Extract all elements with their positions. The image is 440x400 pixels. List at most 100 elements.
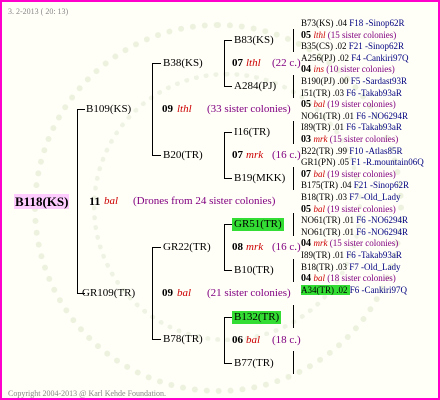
node-race: bal (177, 287, 192, 299)
ancestor-value: .02 (335, 52, 352, 63)
ancestor-name[interactable]: A256(PJ) (301, 53, 336, 63)
ancestor-name[interactable]: I89(TR) (301, 122, 331, 132)
node-gr22[interactable]: GR22(TR) (163, 241, 211, 254)
link (152, 339, 161, 340)
pedigree-panel: 3. 2-2013 ( 20: 13) B118(KS) 11 bal (Dro… (0, 0, 440, 400)
link (224, 224, 225, 270)
ancestor-value: .01 (330, 250, 347, 260)
node-i16[interactable]: I16(TR) (234, 126, 270, 139)
copyright: Copyright 2004-2013 @ Karl Kehde Foundat… (8, 389, 167, 398)
node-gen: 09 (162, 287, 173, 299)
node-b78[interactable]: B78(TR) (163, 333, 203, 346)
ancestor-queen-row: NO61(TR) .01 F6 -NO6294R (301, 215, 408, 226)
race-label: bal (313, 273, 328, 284)
ancestor-queen-row: B190(PJ) .00 F5 -Sardast93R (301, 76, 407, 87)
link (293, 305, 294, 328)
ancestor-queen-row: A34(TR) .02 F6 -Cankiri97Q (301, 284, 407, 296)
link (224, 40, 232, 41)
ancestor-queen-row: NO61(TR) .01 F6 -NO6294R (301, 227, 408, 238)
ancestor-code: F7 -Old_Lady (349, 192, 401, 202)
node-b77[interactable]: B77(TR) (234, 357, 274, 370)
ancestor-name[interactable]: B22(TR) (301, 146, 334, 156)
ancestor-code: F6 -NO6294R (356, 110, 409, 121)
ancestor-queen-row: A256(PJ) .02 F4 -Cankiri97Q (301, 53, 409, 64)
generation-number: 04 (301, 238, 314, 250)
link (152, 247, 161, 248)
node-race: lthl (177, 103, 192, 115)
ancestor-name[interactable]: B18(TR) (301, 192, 334, 202)
node-gr51[interactable]: GR51(TR) (232, 218, 284, 231)
ancestor-name[interactable]: B35(CS) (301, 41, 333, 51)
node-gen: 07 (232, 149, 243, 161)
node-b132[interactable]: B132(TR) (232, 311, 282, 324)
race-label: bal (313, 168, 328, 179)
ancestor-value: .02 (333, 41, 349, 52)
node-a284[interactable]: A284(PJ) (234, 80, 276, 93)
ancestor-name[interactable]: I51(TR) (301, 88, 331, 98)
ancestor-code: F6 -Takab93aR (346, 250, 402, 260)
ancestor-name[interactable]: NO61(TR) (301, 215, 341, 225)
ancestor-name[interactable]: NO61(TR) (301, 111, 341, 121)
node-b109[interactable]: B109(KS) (86, 103, 131, 116)
node-b19[interactable]: B19(MKK) (234, 172, 285, 185)
generation-number: 04 (301, 64, 314, 76)
node-b20[interactable]: B20(TR) (163, 149, 203, 162)
ancestor-value: .01 (340, 110, 357, 121)
link-root (77, 109, 78, 294)
node-race: mrk (246, 241, 264, 253)
node-gen: 06 (232, 334, 243, 346)
ancestor-value: .03 (333, 192, 350, 202)
generation-number: 07 (301, 168, 314, 180)
node-race: lthl (246, 57, 261, 69)
root-generation: 11 (89, 194, 101, 208)
link (224, 40, 225, 86)
sister-colonies: (19 sister colonies) (327, 168, 396, 179)
sister-colonies: (19 sister colonies) (327, 99, 396, 110)
ancestor-name[interactable]: B73(KS) (301, 18, 334, 28)
link (152, 247, 153, 339)
node-b10[interactable]: B10(TR) (234, 264, 274, 277)
ancestor-queen-row: B22(TR) .99 F10 -Atlas85R (301, 146, 403, 157)
generation-number: 05 (301, 203, 314, 215)
link (224, 178, 232, 179)
ancestor-generation-row: 05 bal (19 sister colonies) (301, 99, 396, 110)
ancestor-name[interactable]: I89(TR) (301, 250, 331, 260)
ancestor-generation-row: 07 bal (19 sister colonies) (301, 169, 396, 180)
link (152, 63, 161, 64)
node-sisters: (33 sister colonies) (207, 103, 291, 115)
generation-number: 04 (301, 273, 314, 285)
ancestor-name[interactable]: B175(TR) (301, 180, 338, 190)
ancestor-name[interactable]: B190(PJ) (301, 76, 335, 86)
link (293, 213, 294, 236)
link (77, 109, 85, 110)
ancestor-generation-row: 04 bal (18 sister colonies) (301, 273, 396, 284)
sister-colonies: (10 sister colonies) (326, 64, 395, 75)
ancestor-value: .01 (330, 122, 347, 133)
ancestor-value: .01 (340, 215, 357, 226)
root-race: bal (104, 195, 119, 207)
ancestor-name[interactable]: A34(TR) (301, 284, 334, 295)
node-b83[interactable]: B83(KS) (234, 34, 274, 47)
sister-colonies: (19 sister colonies) (327, 203, 396, 214)
ancestor-code: F6 -NO6294R (356, 215, 409, 226)
ancestor-code: F6 -Cankiri97Q (349, 284, 407, 295)
root-sisters: (Drones from 24 sister colonies) (133, 195, 276, 207)
link (224, 224, 232, 225)
node-gr109[interactable]: GR109(TR) (82, 287, 135, 300)
ancestor-value: .05 (335, 157, 352, 168)
node-gen: 08 (232, 241, 243, 253)
ancestor-name[interactable]: B18(TR) (301, 262, 334, 272)
node-race: bal (246, 334, 261, 346)
ancestor-generation-row: 05 bal (19 sister colonies) (301, 204, 396, 215)
ancestor-code: F1 -R.mountain06Q (351, 157, 424, 168)
link (224, 132, 232, 133)
ancestor-name[interactable]: GR1(PN) (301, 157, 336, 167)
generation-number: 05 (301, 99, 314, 111)
node-b38[interactable]: B38(KS) (163, 57, 203, 70)
link (224, 317, 225, 363)
ancestor-value: .04 (338, 180, 354, 191)
ancestor-name[interactable]: NO61(TR) (301, 227, 341, 237)
ancestor-queen-row: B18(TR) .03 F7 -Old_Lady (301, 262, 401, 273)
link (224, 363, 232, 364)
root-queen[interactable]: B118(KS) (14, 194, 70, 209)
